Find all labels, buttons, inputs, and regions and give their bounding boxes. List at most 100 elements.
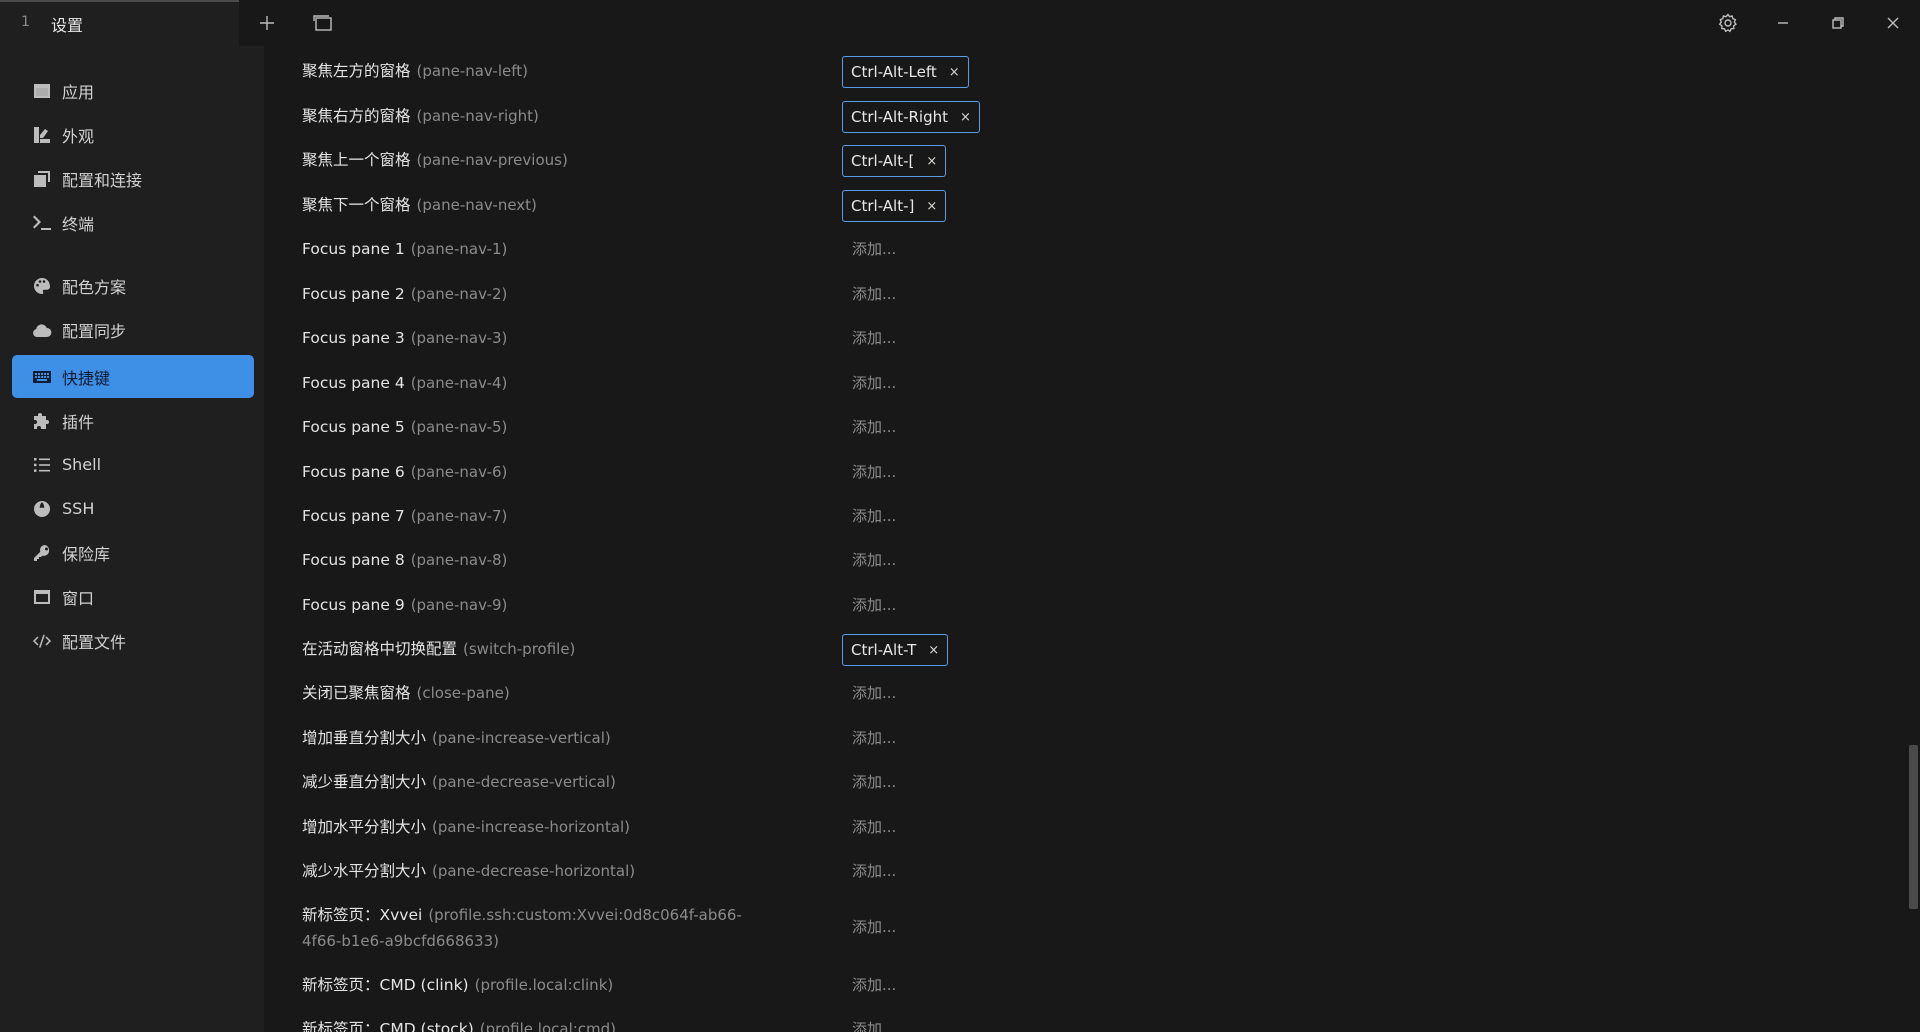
hotkey-chip-label: Ctrl-Alt-[ (851, 152, 915, 170)
add-hotkey-button[interactable]: 添加... (852, 916, 896, 937)
minimize-button[interactable] (1768, 8, 1798, 38)
sidebar-item-config-file[interactable]: 配置文件 (12, 619, 254, 662)
sidebar-item-terminal[interactable]: 终端 (12, 201, 254, 244)
hotkey-name: 在活动窗格中切换配置 (302, 640, 458, 658)
hotkey-chip[interactable]: Ctrl-Alt-] × (842, 190, 947, 222)
hotkey-id: (pane-decrease-horizontal) (432, 862, 636, 880)
add-hotkey-button[interactable]: 添加... (852, 727, 896, 748)
remove-hotkey-icon[interactable]: × (926, 199, 937, 214)
hotkey-chip-label: Ctrl-Alt-Left (851, 63, 937, 81)
hotkey-row: 新标签页：Xvvei (profile.ssh:custom:Xvvei:0d8c… (302, 902, 1182, 954)
new-tab-button[interactable] (252, 8, 282, 38)
sidebar-item-appearance[interactable]: 外观 (12, 113, 254, 156)
sidebar-item-label: 配置和连接 (62, 170, 143, 190)
palette-icon (32, 276, 52, 296)
close-button[interactable] (1878, 8, 1908, 38)
code-icon (32, 631, 52, 651)
sidebar-item-application[interactable]: 应用 (12, 69, 254, 112)
hotkey-chip[interactable]: Ctrl-Alt-Right × (842, 101, 980, 133)
window-icon (32, 587, 52, 607)
sidebar-item-plugins[interactable]: 插件 (12, 399, 254, 442)
hotkey-id: (profile.local:clink) (474, 976, 614, 994)
add-hotkey-button[interactable]: 添加... (852, 461, 896, 482)
restore-button[interactable] (1823, 8, 1853, 38)
paint-brush-icon (32, 125, 52, 145)
hotkey-list: 聚焦左方的窗格 (pane-nav-left) Ctrl-Alt-Left × 聚焦… (264, 46, 1920, 1032)
add-hotkey-button[interactable]: 添加... (852, 283, 896, 304)
add-hotkey-button[interactable]: 添加... (852, 416, 896, 437)
hotkey-row: 在活动窗格中切换配置 (switch-profile) Ctrl-Alt-T × (302, 634, 1182, 666)
hotkey-id: (pane-nav-previous) (416, 151, 568, 169)
hotkey-row: Focus pane 6 (pane-nav-6) 添加... (302, 459, 1182, 485)
add-hotkey-button[interactable]: 添加... (852, 1018, 896, 1032)
hotkey-name: Focus pane 7 (302, 507, 405, 525)
key-icon (32, 543, 52, 563)
hotkey-name: 减少垂直分割大小 (302, 773, 427, 791)
sidebar-item-label: Shell (62, 455, 102, 474)
hotkey-name: Focus pane 2 (302, 285, 405, 303)
hotkey-row: Focus pane 2 (pane-nav-2) 添加... (302, 281, 1182, 307)
hotkey-name: Focus pane 4 (302, 374, 405, 392)
add-hotkey-button[interactable]: 添加... (852, 682, 896, 703)
sidebar-item-label: 终端 (62, 214, 95, 234)
remove-hotkey-icon[interactable]: × (926, 154, 937, 169)
tab-settings[interactable]: 1 设置 (0, 0, 239, 46)
hotkey-row: 关闭已聚焦窗格 (close-pane) 添加... (302, 680, 1182, 706)
close-icon (1887, 17, 1899, 29)
sidebar-item-label: 应用 (62, 82, 95, 102)
hotkey-id: (profile.local:cmd) (479, 1020, 617, 1032)
sidebar-item-hotkeys[interactable]: 快捷键 (12, 355, 254, 398)
add-hotkey-button[interactable]: 添加... (852, 860, 896, 881)
sidebar-item-label: 插件 (62, 412, 95, 432)
hotkey-row: 减少垂直分割大小 (pane-decrease-vertical) 添加... (302, 769, 1182, 795)
hotkey-id: (pane-nav-9) (410, 596, 508, 614)
sidebar-item-vault[interactable]: 保险库 (12, 531, 254, 574)
remove-hotkey-icon[interactable]: × (949, 65, 960, 80)
hotkey-name: Focus pane 9 (302, 596, 405, 614)
sidebar-item-label: 配置同步 (62, 321, 127, 341)
add-hotkey-button[interactable]: 添加... (852, 372, 896, 393)
settings-button[interactable] (1713, 8, 1743, 38)
add-hotkey-button[interactable]: 添加... (852, 771, 896, 792)
sidebar-item-color-scheme[interactable]: 配色方案 (12, 264, 254, 307)
scrollbar-thumb[interactable] (1909, 745, 1918, 909)
tab-overview-button[interactable] (308, 8, 338, 38)
sidebar-item-window[interactable]: 窗口 (12, 575, 254, 618)
hotkey-id: (pane-nav-next) (416, 196, 537, 214)
hotkey-name: Focus pane 1 (302, 240, 405, 258)
sidebar-item-label: 外观 (62, 126, 95, 146)
sidebar-item-shell[interactable]: Shell (12, 443, 254, 486)
remove-hotkey-icon[interactable]: × (928, 643, 939, 658)
sidebar-item-profiles[interactable]: 配置和连接 (12, 157, 254, 200)
add-hotkey-button[interactable]: 添加... (852, 327, 896, 348)
hotkey-id: (pane-nav-5) (410, 418, 508, 436)
hotkey-name: 减少水平分割大小 (302, 862, 427, 880)
window-stack-icon (313, 15, 332, 31)
hotkey-name: 新标签页：CMD (stock) (302, 1020, 474, 1032)
globe-icon (32, 499, 52, 519)
hotkey-name: Focus pane 8 (302, 551, 405, 569)
hotkey-name: 新标签页：Xvvei (302, 906, 423, 924)
hotkey-id: (pane-nav-3) (410, 329, 508, 347)
hotkey-row: 聚焦上一个窗格 (pane-nav-previous) Ctrl-Alt-[× (302, 145, 1182, 177)
hotkey-id: (pane-nav-1) (410, 240, 508, 258)
hotkey-chip[interactable]: Ctrl-Alt-[ × (842, 145, 947, 177)
remove-hotkey-icon[interactable]: × (960, 110, 971, 125)
sidebar-item-ssh[interactable]: SSH (12, 487, 254, 530)
add-hotkey-button[interactable]: 添加... (852, 974, 896, 995)
add-hotkey-button[interactable]: 添加... (852, 238, 896, 259)
keyboard-icon (32, 367, 52, 387)
sidebar-item-config-sync[interactable]: 配置同步 (12, 308, 254, 351)
add-hotkey-button[interactable]: 添加... (852, 816, 896, 837)
terminal-prompt-icon (32, 213, 52, 233)
hotkey-id: (pane-nav-7) (410, 507, 508, 525)
add-hotkey-button[interactable]: 添加... (852, 549, 896, 570)
hotkey-row: 增加垂直分割大小 (pane-increase-vertical) 添加... (302, 725, 1182, 751)
hotkey-chip[interactable]: Ctrl-Alt-Left × (842, 56, 969, 88)
window-stack-icon (32, 169, 52, 189)
hotkey-chip[interactable]: Ctrl-Alt-T × (842, 634, 949, 666)
add-hotkey-button[interactable]: 添加... (852, 594, 896, 615)
settings-sidebar: 应用 外观 配置和连接 终端 配色方案 配置同步 快捷键 插件 Shell SS… (0, 46, 264, 1032)
add-hotkey-button[interactable]: 添加... (852, 505, 896, 526)
hotkey-id: (pane-nav-right) (416, 107, 539, 125)
